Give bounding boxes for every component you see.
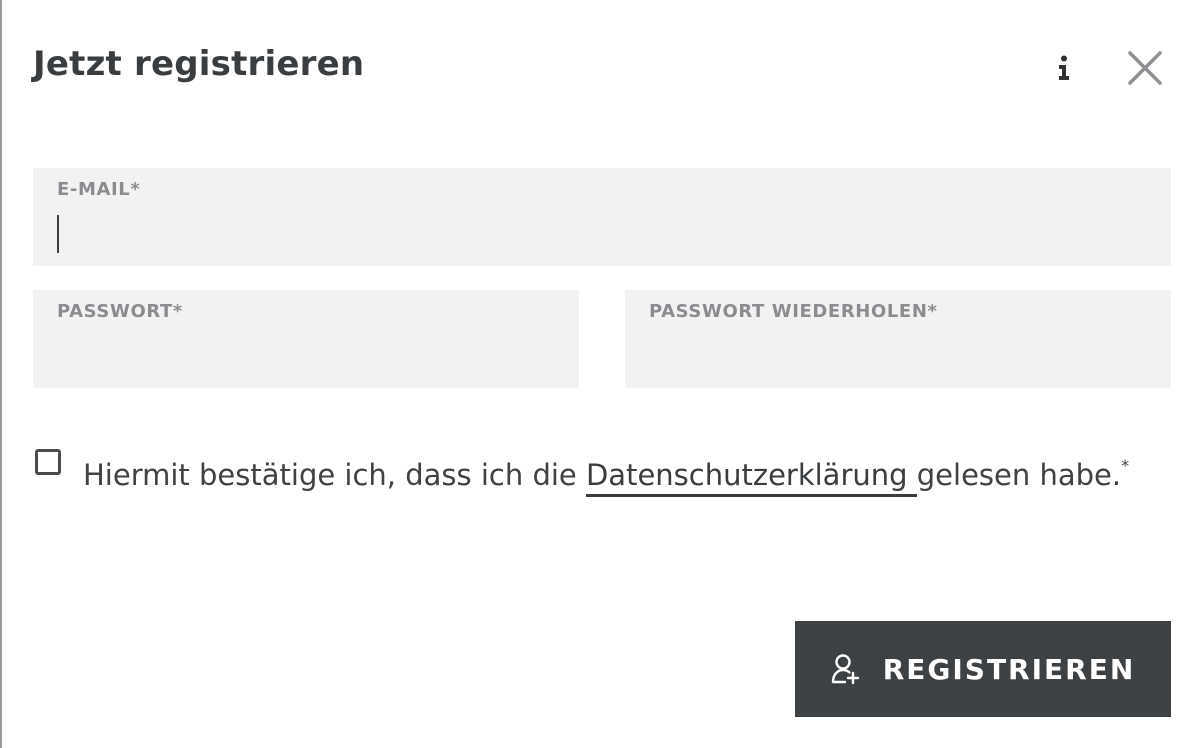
password-repeat-input[interactable] [647, 334, 1145, 374]
register-button-label: REGISTRIEREN [882, 652, 1136, 686]
registration-dialog: Jetzt registrieren E-MAIL* PASSWORT* PAS… [0, 0, 1200, 748]
consent-text-before: Hiermit bestätige ich, dass ich die [83, 458, 586, 492]
privacy-checkbox[interactable] [35, 449, 61, 475]
dialog-title: Jetzt registrieren [33, 44, 365, 84]
info-icon [1059, 55, 1069, 80]
close-icon [1128, 51, 1162, 85]
password-repeat-field[interactable]: PASSWORT WIEDERHOLEN* [625, 290, 1171, 388]
password-repeat-label: PASSWORT WIEDERHOLEN* [649, 301, 938, 322]
email-input[interactable] [55, 212, 1145, 252]
info-button[interactable] [1046, 50, 1082, 86]
register-button[interactable]: REGISTRIEREN [795, 621, 1171, 717]
required-mark: * [1121, 456, 1130, 475]
password-field[interactable]: PASSWORT* [33, 290, 579, 388]
privacy-policy-link[interactable]: Datenschutzerklärung [585, 458, 917, 497]
email-field[interactable]: E-MAIL* [33, 168, 1171, 266]
consent-text-after: gelesen habe. [916, 458, 1122, 492]
password-label: PASSWORT* [57, 301, 183, 322]
consent-text: Hiermit bestätige ich, dass ich die Date… [83, 438, 1163, 503]
close-button[interactable] [1124, 47, 1166, 89]
email-label: E-MAIL* [57, 179, 141, 200]
add-user-icon [831, 654, 859, 685]
password-input[interactable] [55, 334, 553, 374]
